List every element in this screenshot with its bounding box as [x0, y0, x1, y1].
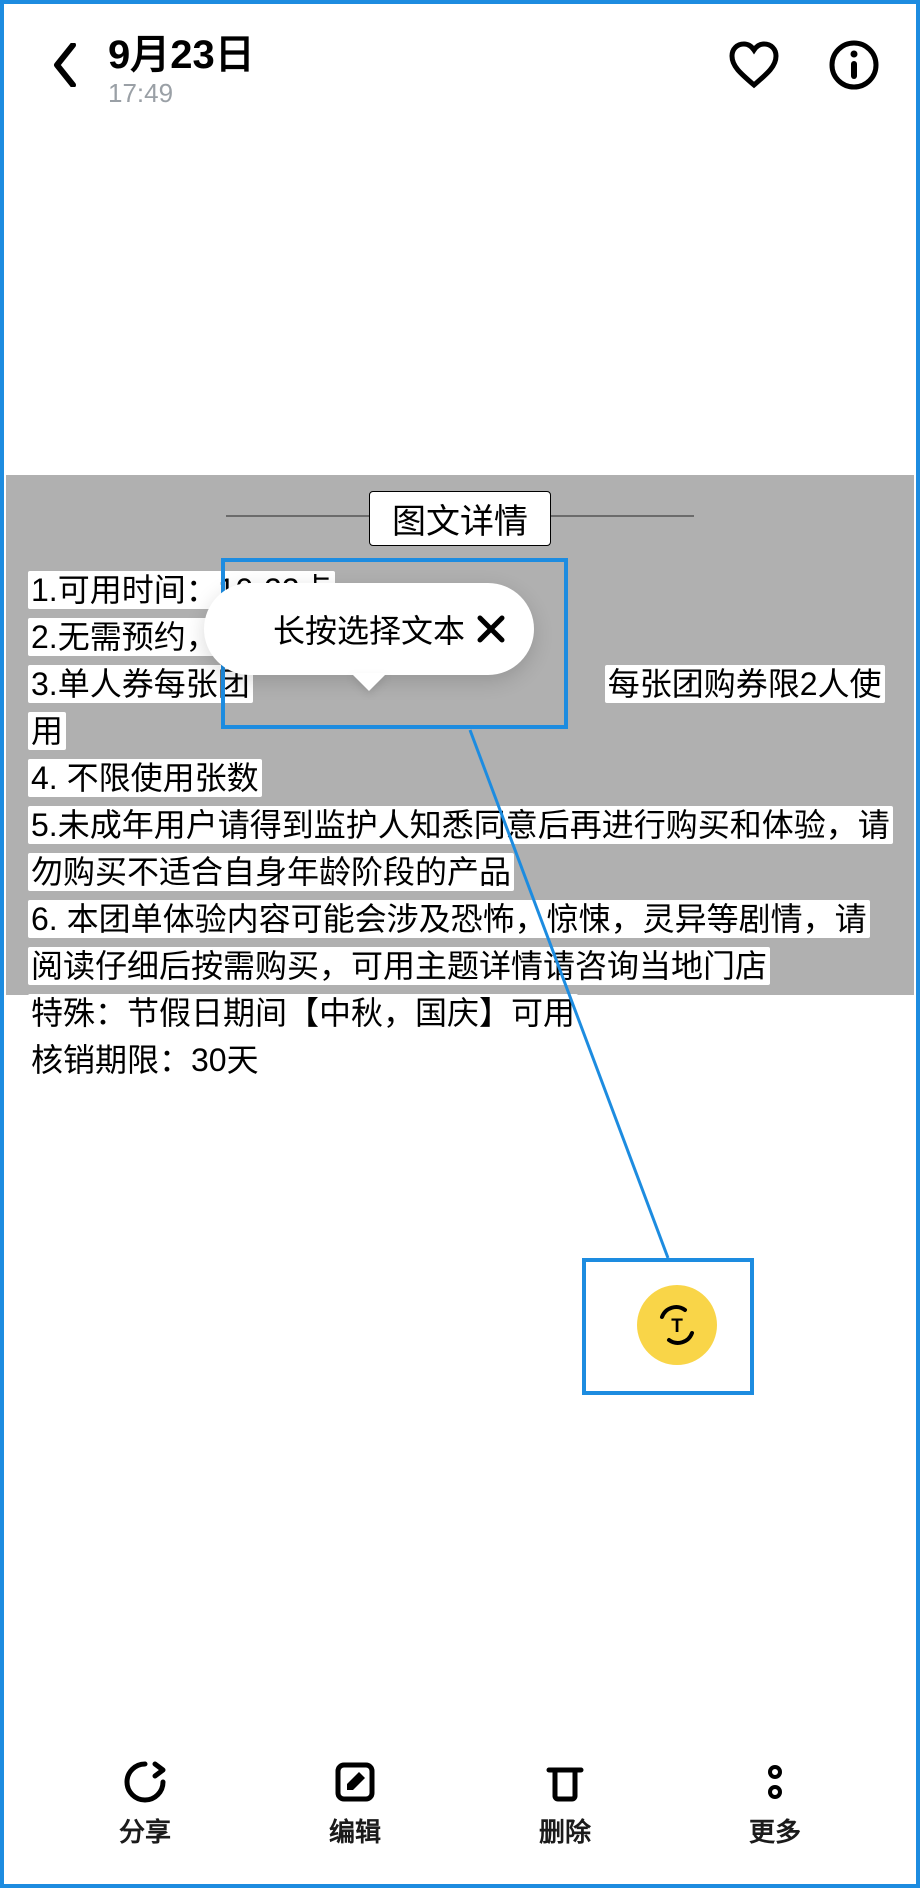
- edit-icon: [331, 1758, 379, 1806]
- share-button[interactable]: 分享: [85, 1758, 205, 1849]
- delete-button[interactable]: 删除: [505, 1758, 625, 1849]
- edit-button[interactable]: 编辑: [295, 1758, 415, 1849]
- more-button[interactable]: 更多: [715, 1758, 835, 1849]
- detail-line-8: 核销期限：30天: [28, 1041, 262, 1079]
- detail-line-7: 特殊：节假日期间【中秋，国庆】可用: [28, 994, 578, 1032]
- heart-icon[interactable]: [728, 39, 780, 91]
- panel-title: 图文详情: [369, 491, 551, 546]
- detail-line-3a: 3.单人券每张团: [28, 665, 253, 703]
- text-selection-tooltip: 长按选择文本: [204, 583, 534, 675]
- share-icon: [121, 1758, 169, 1806]
- text-extract-fab[interactable]: T: [637, 1285, 717, 1365]
- share-label: 分享: [119, 1812, 171, 1849]
- info-icon[interactable]: [828, 39, 880, 91]
- detail-line-4: 4. 不限使用张数: [28, 759, 262, 797]
- more-icon: [751, 1758, 799, 1806]
- close-icon[interactable]: [476, 614, 506, 644]
- delete-icon: [541, 1758, 589, 1806]
- detail-line-6: 6. 本团单体验内容可能会涉及恐怖，惊悚，灵异等剧情，请阅读仔细后按需购买，可用…: [28, 900, 870, 985]
- header: 9月23日 17:49: [0, 20, 920, 110]
- date-block: 9月23日 17:49: [108, 22, 255, 109]
- delete-label: 删除: [539, 1812, 591, 1849]
- back-icon[interactable]: [40, 40, 90, 90]
- bottom-toolbar: 分享 编辑 删除 更多: [0, 1748, 920, 1858]
- image-detail-panel: 图文详情 1.可用时间：10-22点 2.无需预约，高 3.单人券每张团占位占位…: [6, 475, 914, 995]
- tooltip-tail: [351, 673, 387, 691]
- detail-line-5: 5.未成年用户请得到监护人知悉同意后再进行购买和体验，请勿购买不适合自身年龄阶段…: [28, 806, 893, 891]
- svg-text:T: T: [671, 1316, 683, 1337]
- date-title: 9月23日: [108, 22, 255, 80]
- tooltip-text: 长按选择文本: [273, 606, 465, 652]
- more-label: 更多: [749, 1812, 801, 1849]
- date-time: 17:49: [108, 78, 255, 109]
- edit-label: 编辑: [329, 1812, 381, 1849]
